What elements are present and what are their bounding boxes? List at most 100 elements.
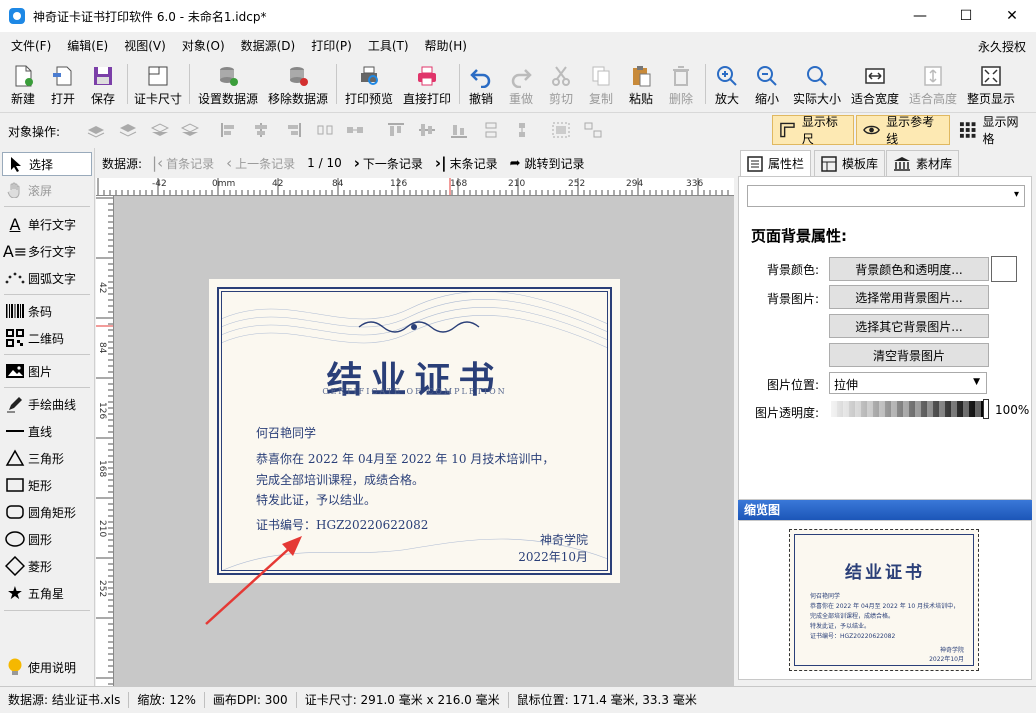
tool-multi-text[interactable]: A≡ 多行文字 (2, 239, 92, 263)
align-middle-icon[interactable] (418, 122, 436, 138)
close-button[interactable]: ✕ (989, 0, 1035, 32)
show-guides-toggle[interactable]: 显示参考线 (856, 115, 950, 146)
cut-button[interactable]: 剪切 (544, 60, 578, 108)
opacity-slider-thumb[interactable] (983, 399, 989, 419)
align-right-icon[interactable] (284, 122, 302, 138)
thumbnail-preview: 结业证书 何召艳同学 恭喜你在 2022 年 04月至 2022 年 10 月技… (789, 529, 979, 671)
copy-button[interactable]: 复制 (584, 60, 618, 108)
zoom-in-button[interactable]: 放大 (710, 60, 744, 108)
tool-select[interactable]: 选择 (2, 152, 92, 176)
object-selector[interactable] (747, 185, 1025, 207)
distribute-v-icon[interactable] (482, 122, 500, 138)
group-icon[interactable] (552, 122, 570, 138)
remove-datasource-button[interactable]: 移除数据源 (266, 60, 330, 108)
certificate-subtitle[interactable]: CERTIFICATE OF COMPLETION (209, 387, 620, 396)
jump-record-button[interactable]: ➦ 跳转到记录 (510, 155, 585, 172)
hand-icon (7, 182, 20, 198)
tool-arc-text[interactable]: 圆弧文字 (2, 266, 92, 290)
menu-object[interactable]: 对象(O) (174, 37, 233, 54)
tab-properties[interactable]: 属性栏 (740, 150, 812, 176)
student-name[interactable]: 何召艳同学 (256, 424, 316, 441)
card-size-button[interactable]: 证卡尺寸 (131, 60, 185, 108)
last-record-button[interactable]: ›| 末条记录 (435, 154, 498, 172)
certificate-line-2[interactable]: 完成全部培训课程，成绩合格。 (256, 471, 424, 488)
open-button[interactable]: 打开 (46, 60, 80, 108)
tool-ellipse[interactable]: 圆形 (2, 527, 92, 551)
tool-line[interactable]: 直线 (2, 419, 92, 443)
horizontal-ruler: -42 0mm 42 84 126 168 210 252 294 336 (96, 178, 734, 196)
first-record-button[interactable]: |‹ 首条记录 (152, 154, 214, 172)
tool-triangle[interactable]: 三角形 (2, 446, 92, 470)
layer-down-icon[interactable] (151, 122, 169, 138)
tab-templates[interactable]: 模板库 (814, 150, 886, 176)
redo-button[interactable]: 重做 (504, 60, 538, 108)
actual-size-button[interactable]: 实际大小 (790, 60, 844, 108)
minimize-button[interactable]: — (897, 0, 943, 32)
certificate-line-3[interactable]: 特发此证，予以结业。 (256, 491, 376, 508)
same-height-icon[interactable] (513, 122, 531, 138)
tool-scroll[interactable]: 滚屏 (2, 178, 92, 202)
tab-materials[interactable]: 素材库 (886, 150, 960, 176)
list-icon (747, 155, 763, 172)
paste-button[interactable]: 粘贴 (624, 60, 658, 108)
fit-height-button[interactable]: 适合高度 (906, 60, 960, 108)
same-width-icon[interactable] (346, 122, 364, 138)
image-icon (6, 364, 24, 378)
menu-view[interactable]: 视图(V) (116, 37, 174, 54)
bg-color-swatch[interactable] (991, 256, 1017, 282)
thumbnail-box[interactable]: 结业证书 何召艳同学 恭喜你在 2022 年 04月至 2022 年 10 月技… (738, 520, 1032, 680)
align-bottom-icon[interactable] (450, 122, 468, 138)
choose-common-bg-button[interactable]: 选择常用背景图片... (829, 285, 989, 309)
new-button[interactable]: 新建 (6, 60, 40, 108)
print-preview-button[interactable]: 打印预览 (342, 60, 396, 108)
layer-up-icon[interactable] (119, 122, 137, 138)
issuer-name[interactable]: 神奇学院 (540, 531, 588, 548)
save-button[interactable]: 保存 (86, 60, 120, 108)
certificate-line-1[interactable]: 恭喜你在 2022 年 04月至 2022 年 10 月技术培训中， (256, 450, 554, 467)
layer-bottom-icon[interactable] (181, 122, 199, 138)
tool-rect[interactable]: 矩形 (2, 473, 92, 497)
menu-tools[interactable]: 工具(T) (360, 37, 417, 54)
zoom-out-button[interactable]: 缩小 (750, 60, 784, 108)
distribute-h-icon[interactable] (316, 122, 334, 138)
menu-print[interactable]: 打印(P) (303, 37, 360, 54)
fit-page-button[interactable]: 整页显示 (964, 60, 1018, 108)
tool-star[interactable]: ★ 五角星 (2, 581, 92, 605)
tool-image[interactable]: 图片 (2, 359, 92, 383)
fit-width-button[interactable]: 适合宽度 (848, 60, 902, 108)
show-grid-toggle[interactable]: 显示网格 (952, 115, 1036, 146)
bg-color-button[interactable]: 背景颜色和透明度... (829, 257, 989, 281)
layer-top-icon[interactable] (87, 122, 105, 138)
menu-edit[interactable]: 编辑(E) (59, 37, 116, 54)
opacity-slider[interactable] (831, 399, 989, 419)
eye-icon (863, 125, 880, 135)
delete-button[interactable]: 删除 (664, 60, 698, 108)
prev-record-button[interactable]: ‹ 上一条记录 (226, 154, 295, 172)
tool-barcode[interactable]: 条码 (2, 299, 92, 323)
help-button[interactable]: 使用说明 (2, 655, 92, 679)
issue-date[interactable]: 2022年10月 (518, 548, 588, 565)
tool-qrcode[interactable]: 二维码 (2, 326, 92, 350)
next-record-button[interactable]: › 下一条记录 (354, 154, 423, 172)
tool-freehand[interactable]: 手绘曲线 (2, 392, 92, 416)
image-position-select[interactable]: 拉伸 ▼ (829, 372, 987, 394)
undo-button[interactable]: 撤销 (464, 60, 498, 108)
show-ruler-toggle[interactable]: 显示标尺 (772, 115, 854, 146)
set-datasource-button[interactable]: 设置数据源 (196, 60, 260, 108)
align-top-icon[interactable] (387, 122, 405, 138)
tool-diamond[interactable]: 菱形 (2, 554, 92, 578)
clear-bg-button[interactable]: 清空背景图片 (829, 343, 989, 367)
tool-round-rect[interactable]: 圆角矩形 (2, 500, 92, 524)
align-center-icon[interactable] (252, 122, 270, 138)
menu-help[interactable]: 帮助(H) (417, 37, 475, 54)
ungroup-icon[interactable] (584, 122, 602, 138)
zoom-out-icon (757, 66, 777, 86)
direct-print-button[interactable]: 直接打印 (400, 60, 454, 108)
window-title: 神奇证卡证书打印软件 6.0 - 未命名1.idcp* (33, 9, 267, 24)
tool-single-text[interactable]: A 单行文字 (2, 212, 92, 236)
align-left-icon[interactable] (220, 122, 238, 138)
menu-file[interactable]: 文件(F) (0, 37, 59, 54)
maximize-button[interactable]: ☐ (943, 0, 989, 32)
choose-other-bg-button[interactable]: 选择其它背景图片... (829, 314, 989, 338)
menu-datasource[interactable]: 数据源(D) (233, 37, 304, 54)
